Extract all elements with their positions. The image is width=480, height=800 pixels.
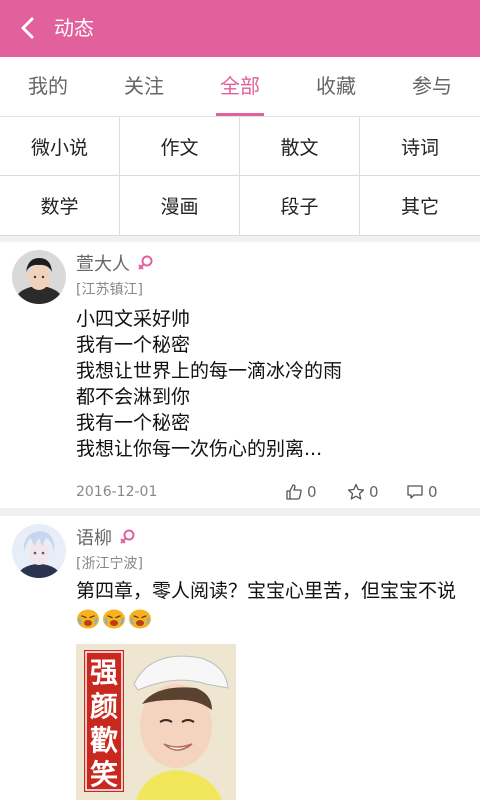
category-grid: 微小说 作文 散文 诗词 数学 漫画 段子 其它 bbox=[0, 117, 480, 236]
favorite-button[interactable]: 0 bbox=[347, 480, 379, 504]
female-icon bbox=[138, 255, 153, 270]
tab-following[interactable]: 关注 bbox=[96, 57, 192, 116]
category-essay[interactable]: 作文 bbox=[120, 117, 240, 176]
tab-participated[interactable]: 参与 bbox=[384, 57, 480, 116]
category-comics[interactable]: 漫画 bbox=[120, 176, 240, 235]
avatar[interactable] bbox=[12, 250, 66, 304]
post-date: 2016-12-01 bbox=[76, 484, 158, 500]
tab-favorites[interactable]: 收藏 bbox=[288, 57, 384, 116]
favorite-count: 0 bbox=[369, 483, 379, 501]
back-arrow-icon bbox=[21, 17, 34, 39]
image-caption-char: 笑 bbox=[90, 758, 118, 791]
category-prose[interactable]: 散文 bbox=[240, 117, 360, 176]
crying-face-icon bbox=[129, 609, 151, 628]
post-text-line: 我有一个秘密 bbox=[76, 334, 191, 356]
comment-count: 0 bbox=[428, 483, 438, 501]
post-text-line: 我有一个秘密 bbox=[76, 412, 191, 434]
app-bar: 动态 bbox=[0, 0, 480, 57]
tab-mine[interactable]: 我的 bbox=[0, 57, 96, 116]
post-text-line: 我想让世界上的每一滴冰冷的雨 bbox=[76, 360, 343, 382]
post-content[interactable]: 第四章，零人阅读？宝宝心里苦，但宝宝不说 bbox=[76, 578, 466, 630]
back-button[interactable] bbox=[12, 12, 44, 44]
section-divider bbox=[0, 508, 480, 516]
location-label: [江苏镇江] bbox=[76, 282, 143, 298]
username[interactable]: 语柳 bbox=[76, 524, 112, 550]
category-other[interactable]: 其它 bbox=[360, 176, 480, 235]
location-label: [浙江宁波] bbox=[76, 556, 143, 572]
post-content[interactable]: 小四文采好帅 我有一个秘密 我想让世界上的每一滴冰冷的雨 都不会淋到你 我有一个… bbox=[76, 306, 466, 462]
category-jokes[interactable]: 段子 bbox=[240, 176, 360, 235]
emoji-row bbox=[76, 607, 152, 629]
post-text-line: 小四文采好帅 bbox=[76, 308, 191, 330]
category-math[interactable]: 数学 bbox=[0, 176, 120, 235]
category-micro-novel[interactable]: 微小说 bbox=[0, 117, 120, 176]
thumbs-up-icon bbox=[286, 484, 302, 500]
image-caption-char: 歡 bbox=[90, 724, 118, 757]
username-row: 语柳 bbox=[76, 524, 136, 550]
post-card[interactable]: 萱大人 [江苏镇江] 小四文采好帅 我有一个秘密 我想让世界上的每一滴冰冷的雨 … bbox=[0, 242, 480, 508]
post-card[interactable]: 语柳 [浙江宁波] 第四章，零人阅读？宝宝心里苦，但宝宝不说 强 颜 歡 笑 bbox=[0, 516, 480, 800]
like-count: 0 bbox=[307, 483, 317, 501]
post-image[interactable]: 强 颜 歡 笑 bbox=[76, 644, 236, 800]
page-title: 动态 bbox=[54, 16, 94, 40]
category-poetry[interactable]: 诗词 bbox=[360, 117, 480, 176]
avatar[interactable] bbox=[12, 524, 66, 578]
post-text: 第四章，零人阅读？宝宝心里苦，但宝宝不说 bbox=[76, 578, 466, 630]
comment-button[interactable]: 0 bbox=[406, 480, 438, 504]
comment-icon bbox=[407, 485, 423, 499]
like-button[interactable]: 0 bbox=[285, 480, 317, 504]
post-text-line: 我想让你每一次伤心的别离... bbox=[76, 438, 323, 460]
username[interactable]: 萱大人 bbox=[76, 250, 130, 276]
star-icon bbox=[347, 483, 365, 500]
crying-face-icon bbox=[103, 609, 125, 628]
image-caption-char: 强 bbox=[90, 656, 118, 689]
post-text-line: 都不会淋到你 bbox=[76, 386, 191, 408]
crying-face-icon bbox=[77, 609, 99, 628]
female-icon bbox=[120, 529, 135, 544]
username-row: 萱大人 bbox=[76, 250, 154, 276]
tab-bar: 我的 关注 全部 收藏 参与 bbox=[0, 57, 480, 117]
tab-all[interactable]: 全部 bbox=[192, 57, 288, 116]
post-text-body: 第四章，零人阅读？宝宝心里苦，但宝宝不说 bbox=[76, 580, 457, 602]
image-caption-char: 颜 bbox=[90, 690, 118, 723]
